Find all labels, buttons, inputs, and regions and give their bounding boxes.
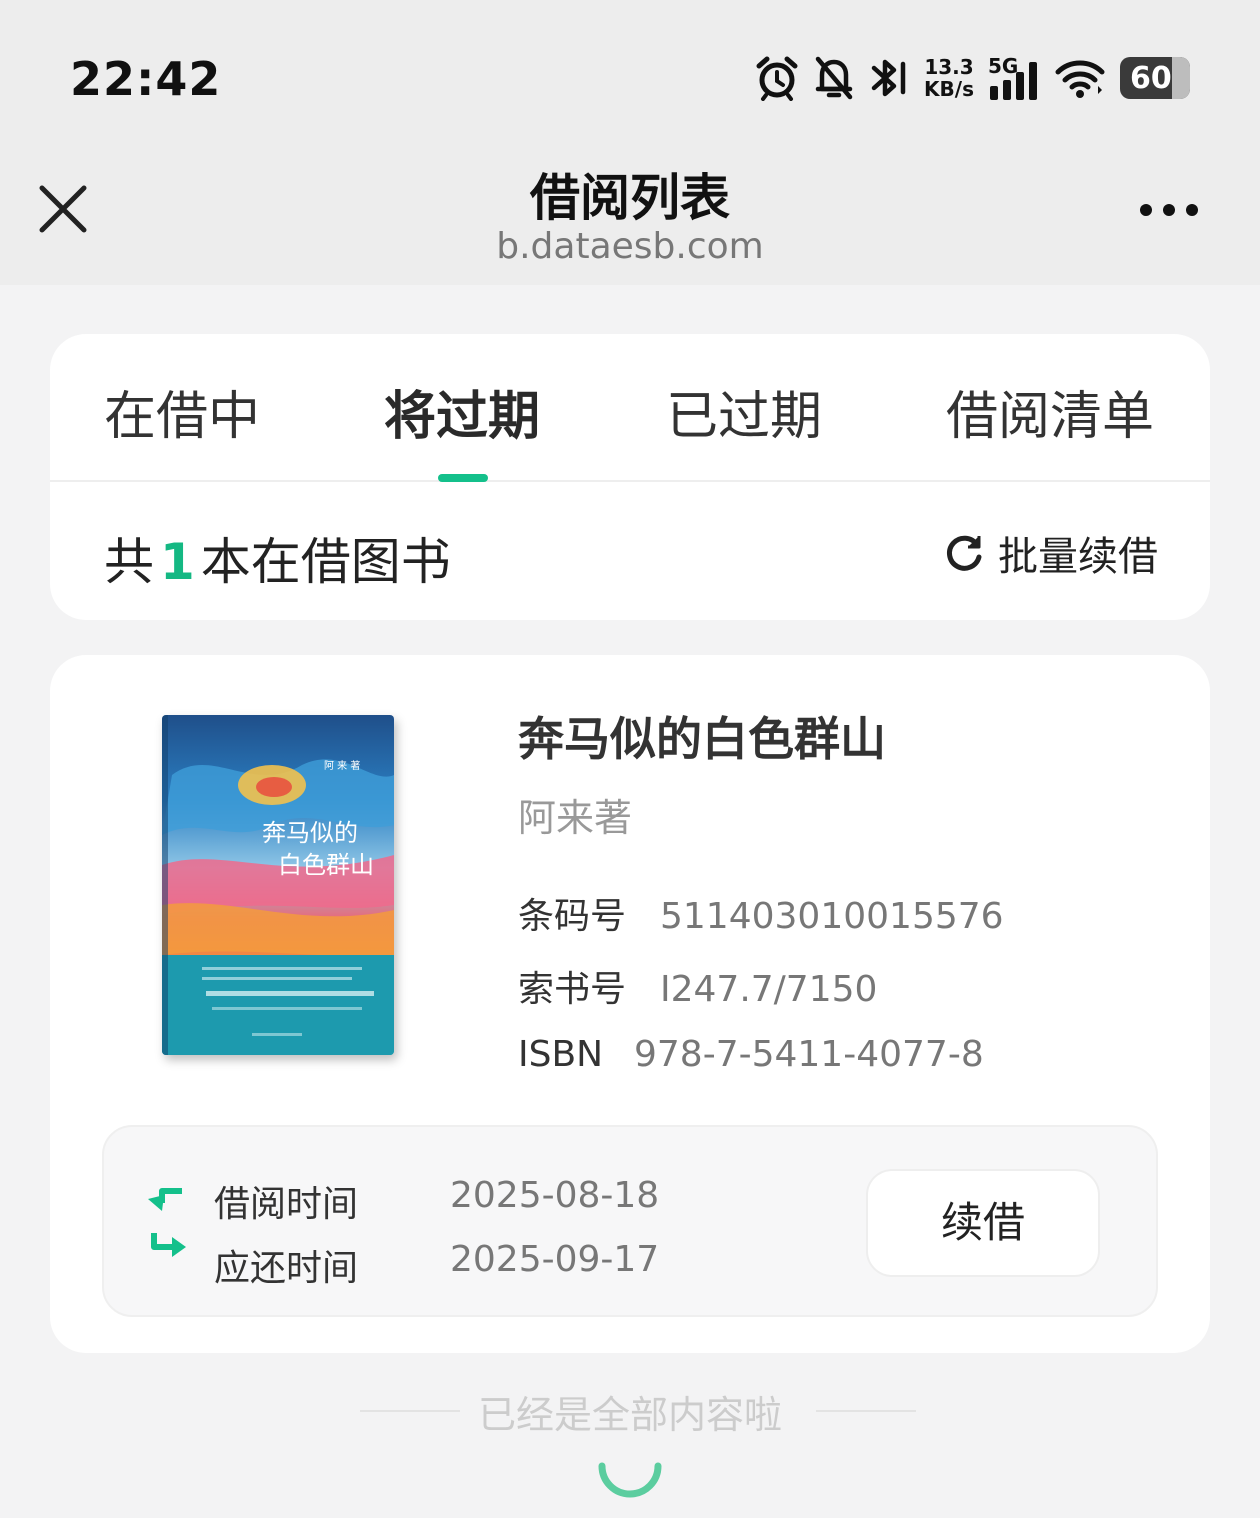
page-title: 借阅列表 [530, 169, 730, 227]
loading-spinner-icon [598, 1462, 662, 1498]
bell-off-icon [815, 56, 853, 100]
alarm-icon [756, 56, 798, 101]
cover-title-line2: 白色群山 [278, 851, 374, 879]
summary-suffix: 本在借图书 [200, 533, 451, 591]
summary-count: 1 [160, 533, 195, 591]
book-author: 阿来著 [518, 796, 633, 840]
book-cover[interactable]: 奔马似的 白色群山 阿 来 著 [162, 715, 394, 1055]
cover-author: 阿 来 著 [324, 759, 360, 772]
net-speed-value: 13.3 [924, 55, 974, 79]
net-speed-unit: KB/s [924, 77, 974, 101]
borrow-time-label: 借阅时间 [214, 1184, 359, 1225]
more-button[interactable] [1140, 200, 1198, 220]
renew-button[interactable]: 续借 [866, 1169, 1100, 1277]
net-speed: 13.3 KB/s [924, 56, 974, 100]
end-of-list: 已经是全部内容啦 [0, 1384, 1260, 1444]
isbn-label: ISBN [518, 1034, 604, 1075]
end-divider-right [816, 1410, 916, 1412]
cover-title-line1: 奔马似的 [262, 819, 358, 847]
tab-expired[interactable]: 已过期 [666, 374, 822, 449]
tab-expiring[interactable]: 将过期 [384, 374, 540, 449]
tab-active-indicator [438, 474, 488, 482]
tab-bar: 在借中 将过期 已过期 借阅清单 [50, 334, 1210, 482]
barcode-label: 条码号 [518, 896, 627, 937]
battery-level: 60 [1130, 60, 1172, 96]
signal: 5G [988, 54, 1040, 102]
batch-renew-label: 批量续借 [998, 534, 1158, 580]
tab-borrowing[interactable]: 在借中 [104, 374, 260, 449]
page: 22:42 13.3 KB/s 5G 60 借阅列表 b.dataesb.com… [0, 0, 1260, 1518]
wifi-icon [1055, 60, 1105, 98]
call-number-row: 索书号 I247.7/7150 [518, 960, 877, 1012]
isbn-row: ISBN 978-7-5411-4077-8 [518, 1034, 984, 1075]
bluetooth-icon [871, 59, 906, 97]
end-text: 已经是全部内容啦 [477, 1393, 782, 1437]
book-card[interactable]: 奔马似的 白色群山 阿 来 著 奔马似的白色群山 阿来著 条码号 51140301… [50, 655, 1210, 1353]
more-dot-icon [1186, 204, 1198, 216]
batch-renew-button[interactable]: 批量续借 [944, 524, 1158, 582]
more-dot-icon [1140, 204, 1152, 216]
call-number-value: I247.7/7150 [660, 969, 878, 1010]
status-time: 22:42 [70, 52, 222, 106]
battery-icon: 60 [1120, 57, 1190, 99]
borrow-return-icon [148, 1188, 186, 1257]
more-dot-icon [1163, 204, 1175, 216]
signal-icon [990, 62, 1037, 100]
tabs-card: 在借中 将过期 已过期 借阅清单 共 1 本在借图书 批量续借 [50, 334, 1210, 620]
status-icons: 13.3 KB/s 5G 60 [754, 52, 1190, 104]
due-time-label: 应还时间 [214, 1248, 359, 1289]
refresh-icon [946, 535, 982, 571]
book-cover-image: 奔马似的 白色群山 阿 来 著 [162, 715, 394, 1055]
nav-header: 借阅列表 b.dataesb.com [0, 140, 1260, 285]
status-bar: 22:42 13.3 KB/s 5G 60 [0, 0, 1260, 140]
isbn-value: 978-7-5411-4077-8 [634, 1034, 984, 1075]
borrow-summary: 共 1 本在借图书 [104, 522, 451, 594]
tab-borrow-list[interactable]: 借阅清单 [946, 374, 1154, 449]
page-url: b.dataesb.com [496, 226, 764, 267]
call-number-label: 索书号 [518, 969, 627, 1010]
book-title[interactable]: 奔马似的白色群山 [518, 703, 886, 769]
barcode-value: 511403010015576 [660, 896, 1004, 937]
barcode-row: 条码号 511403010015576 [518, 887, 1004, 939]
due-time-value: 2025-09-17 [450, 1239, 660, 1280]
borrow-time-value: 2025-08-18 [450, 1175, 660, 1216]
loan-info-box: 借阅时间 2025-08-18 应还时间 2025-09-17 续借 [102, 1125, 1158, 1317]
summary-prefix: 共 [104, 533, 154, 591]
